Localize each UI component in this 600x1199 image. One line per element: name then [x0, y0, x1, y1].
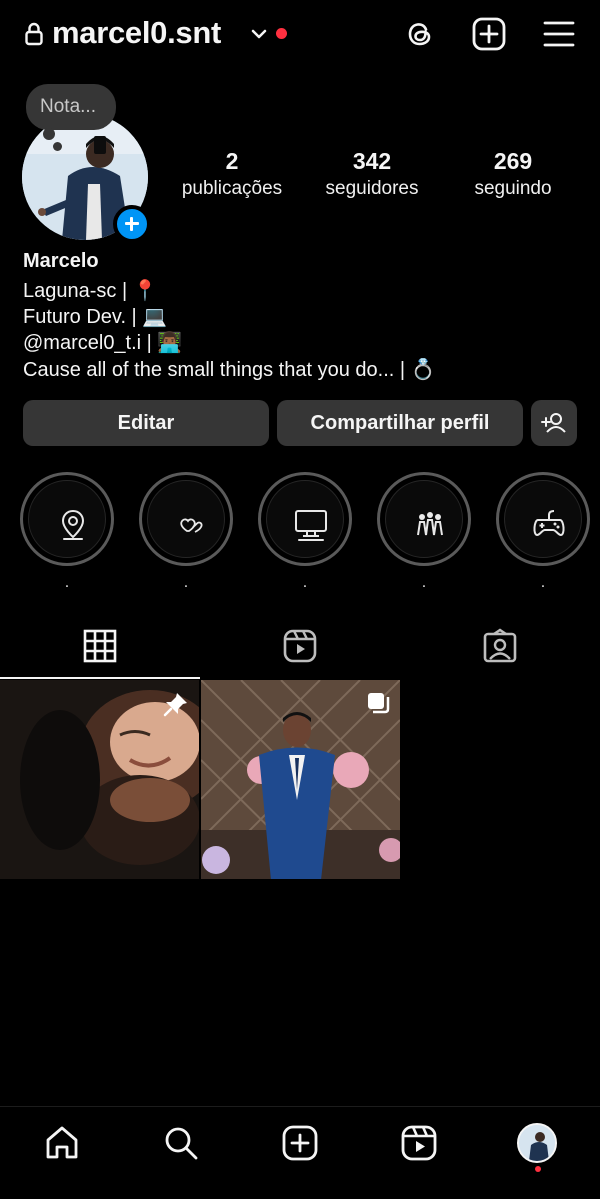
highlight-5[interactable] [496, 472, 590, 566]
stat-posts[interactable]: 2 publicações [162, 148, 302, 200]
create-post-icon[interactable] [471, 16, 507, 52]
discover-people-button[interactable] [531, 400, 577, 446]
highlight-1-label: . [64, 574, 70, 591]
edit-profile-button[interactable]: Editar [23, 400, 269, 446]
create-icon[interactable] [281, 1124, 319, 1162]
highlight-4-label: . [421, 574, 427, 591]
highlight-3-label: . [302, 574, 308, 591]
threads-icon[interactable] [402, 16, 438, 52]
highlight-5-label: . [540, 574, 546, 591]
highlight-4[interactable] [377, 472, 471, 566]
pin-icon [163, 693, 187, 717]
active-tab-indicator [0, 677, 200, 679]
notification-dot [276, 28, 287, 39]
bio-line-occupation: Futuro Dev. | 💻 [23, 306, 168, 328]
profile-username[interactable]: marcel0.snt [52, 15, 221, 51]
highlight-3[interactable] [258, 472, 352, 566]
computer-icon [295, 510, 327, 541]
profile-display-name: Marcelo [23, 250, 99, 272]
post-thumbnail-1[interactable] [0, 680, 199, 879]
carousel-icon [368, 693, 390, 714]
search-icon[interactable] [162, 1124, 200, 1162]
bio-line-location: Laguna-sc | 📍 [23, 280, 158, 302]
menu-icon[interactable] [541, 16, 577, 52]
bio-line-mention[interactable]: @marcel0_t.i | 👨🏾‍💻 [23, 330, 182, 355]
profile-nav-photo [519, 1125, 555, 1161]
highlight-2[interactable] [139, 472, 233, 566]
avatar[interactable] [517, 1123, 557, 1163]
stat-following-label: seguindo [474, 178, 552, 199]
stat-posts-value: 2 [225, 148, 239, 174]
stat-following[interactable]: 269 seguindo [443, 148, 583, 200]
grid-icon[interactable] [82, 628, 118, 664]
add-story-button[interactable] [113, 205, 151, 243]
reels-icon[interactable] [282, 628, 318, 664]
gamepad-icon [533, 510, 565, 537]
friends-group-icon [417, 512, 443, 536]
hearts-icon [180, 518, 203, 533]
add-person-icon [541, 413, 566, 433]
home-icon[interactable] [43, 1124, 81, 1162]
post-thumbnail-2[interactable] [201, 680, 400, 879]
highlight-1[interactable] [20, 472, 114, 566]
profile-notification-dot [535, 1166, 541, 1172]
reels-icon[interactable] [400, 1124, 438, 1162]
location-pin-icon [61, 509, 85, 540]
stat-followers-value: 342 [352, 148, 392, 174]
bio-line-quote: Cause all of the small things that you d… [23, 359, 436, 381]
note-bubble-tail [43, 128, 55, 140]
stat-posts-label: publicações [181, 178, 283, 199]
stat-followers[interactable]: 342 seguidores [302, 148, 442, 200]
chevron-down-icon[interactable] [249, 24, 269, 44]
stat-following-value: 269 [493, 148, 533, 174]
top-bar: marcel0.snt [0, 0, 600, 70]
stat-followers-label: seguidores [325, 178, 419, 199]
tagged-person-icon[interactable] [482, 628, 518, 664]
note-placeholder[interactable]: Nota... [40, 96, 96, 118]
lock-icon [25, 22, 43, 46]
note-bubble-tail-small [53, 142, 62, 151]
share-profile-button[interactable]: Compartilhar perfil [277, 400, 523, 446]
highlight-2-label: . [183, 574, 189, 591]
